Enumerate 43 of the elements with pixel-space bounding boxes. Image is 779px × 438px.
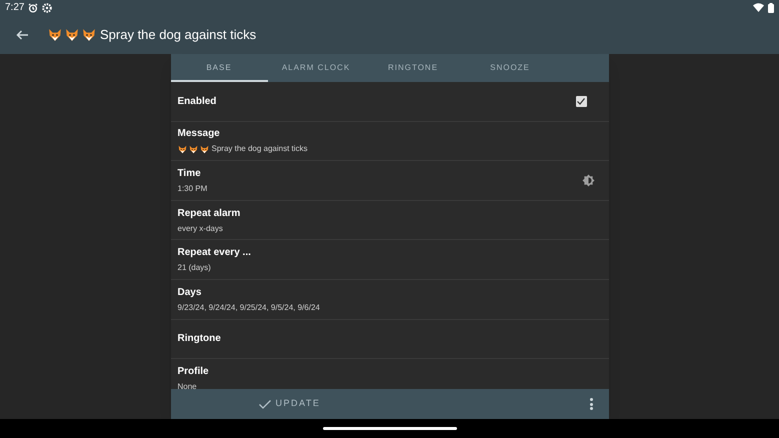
fox-icon	[178, 144, 186, 154]
settings-row[interactable]: Message Spray the dog against ticks	[170, 122, 608, 162]
setting-title: Days	[178, 286, 202, 300]
more-options-button[interactable]	[588, 397, 596, 411]
fox-icon	[200, 144, 208, 154]
setting-value: None	[178, 380, 197, 389]
status-time: 7:27	[5, 1, 24, 15]
fox-icon	[48, 28, 62, 42]
fox-icon	[65, 28, 79, 42]
tab[interactable]: BASE	[170, 54, 268, 82]
back-arrow-icon	[16, 30, 28, 40]
checkbox[interactable]	[576, 96, 586, 107]
tab[interactable]: RINGTONE	[364, 54, 462, 82]
tab[interactable]: ALARM CLOCK	[268, 54, 364, 82]
settings-row[interactable]: Repeat alarm every x-days	[170, 200, 608, 240]
settings-row[interactable]: Enabled	[170, 82, 608, 122]
setting-title: Message	[178, 127, 221, 142]
fox-icon	[82, 28, 96, 42]
setting-title: Ringtone	[178, 332, 222, 346]
setting-value: 21 (days)	[178, 262, 211, 274]
setting-value: Spray the dog against ticks	[212, 143, 308, 156]
brightness-icon[interactable]	[582, 174, 594, 187]
gear-icon	[42, 2, 52, 12]
update-button[interactable]: UPDATE	[254, 392, 324, 416]
tab[interactable]: SNOOZE	[462, 54, 558, 82]
settings-row[interactable]: Ringtone	[170, 320, 608, 360]
settings-row[interactable]: Days 9/23/24, 9/24/24, 9/25/24, 9/5/24, 9/6/24	[170, 280, 608, 320]
settings-row[interactable]: Repeat every ... 21 (days)	[170, 240, 608, 280]
setting-title: Repeat every ...	[178, 246, 252, 260]
alarm-clock-icon	[28, 2, 38, 12]
screen-title: Spray the dog against ticks	[100, 26, 256, 44]
wifi-icon	[753, 3, 764, 12]
checkmark-icon	[258, 400, 270, 408]
setting-value: 9/23/24, 9/24/24, 9/25/24, 9/5/24, 9/6/24	[178, 302, 320, 314]
fox-icon	[188, 144, 198, 154]
setting-title: Profile	[178, 364, 210, 379]
battery-icon	[768, 2, 774, 12]
setting-value: every x-days	[178, 222, 223, 235]
setting-title: Enabled	[178, 94, 218, 109]
setting-title: Time	[178, 166, 202, 181]
setting-value: 1:30 PM	[178, 182, 208, 195]
settings-row[interactable]: Time 1:30 PM	[170, 161, 608, 201]
setting-title: Repeat alarm	[178, 206, 242, 221]
